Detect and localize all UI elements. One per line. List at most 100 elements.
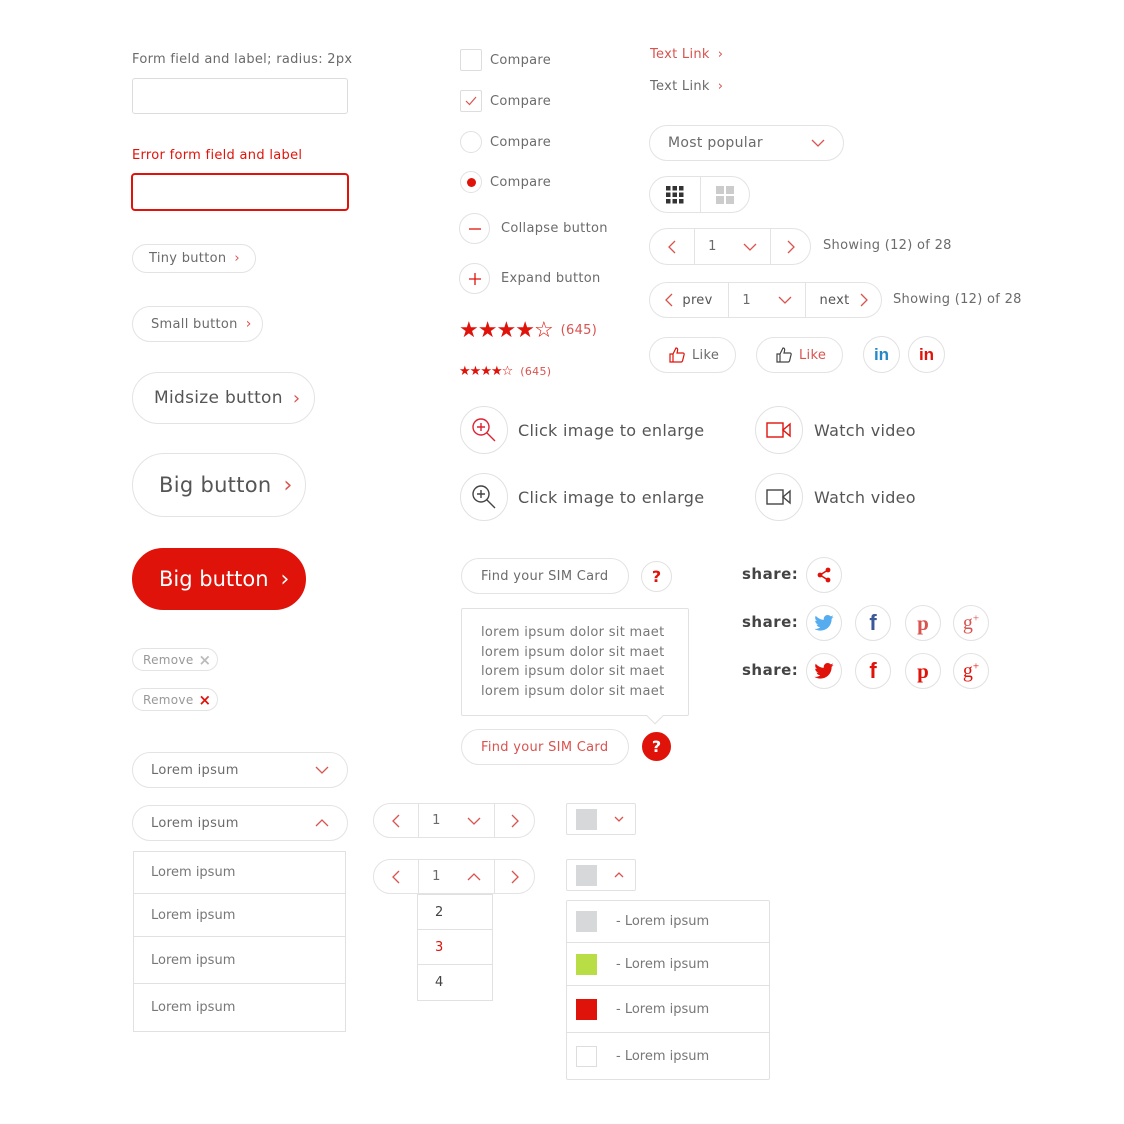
- page-option[interactable]: 2: [418, 895, 492, 930]
- like-button[interactable]: Like: [649, 337, 736, 373]
- remove-tag[interactable]: Remove ×: [132, 648, 218, 671]
- chevron-right-icon: [860, 293, 868, 307]
- grid-large-icon: [715, 185, 734, 204]
- video-button[interactable]: [755, 406, 803, 454]
- error-field-input[interactable]: [131, 173, 349, 211]
- linkedin-button-red[interactable]: in: [908, 336, 945, 373]
- expand-control[interactable]: Expand button: [459, 263, 601, 294]
- rating-count[interactable]: (645): [520, 365, 551, 378]
- pinterest-button-red[interactable]: p: [905, 653, 941, 689]
- pinterest-button[interactable]: p: [905, 605, 941, 641]
- enlarge-button[interactable]: [460, 473, 508, 521]
- facebook-button[interactable]: f: [855, 605, 891, 641]
- page-option-active[interactable]: 3: [418, 930, 492, 965]
- select-open[interactable]: Lorem ipsum: [132, 805, 348, 841]
- checkbox-checked[interactable]: [460, 90, 482, 112]
- big-primary-button[interactable]: Big button ›: [132, 548, 306, 610]
- google-plus-icon: g+: [962, 611, 980, 634]
- select-closed[interactable]: Lorem ipsum: [132, 752, 348, 788]
- close-icon[interactable]: ×: [199, 651, 212, 669]
- color-select[interactable]: [566, 803, 636, 835]
- color-select-open[interactable]: [566, 859, 636, 891]
- radio-checked[interactable]: [460, 171, 482, 193]
- compare-radio[interactable]: Compare: [460, 131, 551, 153]
- google-plus-button-red[interactable]: g+: [953, 653, 989, 689]
- next-page-button[interactable]: [494, 860, 534, 893]
- enlarge-button[interactable]: [460, 406, 508, 454]
- next-page-button[interactable]: [770, 229, 810, 264]
- twitter-button[interactable]: [806, 605, 842, 641]
- form-field-label: Form field and label; radius: 2px: [132, 52, 353, 67]
- find-sim-button-active[interactable]: Find your SIM Card: [461, 729, 629, 765]
- share-button[interactable]: [806, 557, 842, 593]
- rating-count[interactable]: (645): [561, 323, 597, 338]
- twitter-button-red[interactable]: [806, 653, 842, 689]
- remove-tag-active[interactable]: Remove ×: [132, 688, 218, 711]
- form-field-input[interactable]: [132, 78, 348, 114]
- enlarge-image-control[interactable]: Click image to enlarge: [460, 406, 704, 454]
- select-option[interactable]: Lorem ipsum: [134, 852, 345, 894]
- grid-small-view-button[interactable]: [650, 177, 700, 212]
- grid-large-view-button[interactable]: [699, 177, 750, 212]
- color-option[interactable]: - Lorem ipsum: [567, 901, 769, 943]
- next-page-button[interactable]: [494, 804, 534, 837]
- find-sim-button[interactable]: Find your SIM Card: [461, 558, 629, 594]
- small-button[interactable]: Small button ›: [132, 306, 263, 342]
- color-option[interactable]: - Lorem ipsum: [567, 986, 769, 1033]
- help-button-active[interactable]: ?: [642, 732, 671, 761]
- text-link-red[interactable]: Text Link ›: [650, 47, 723, 62]
- video-button[interactable]: [755, 473, 803, 521]
- select-option[interactable]: Lorem ipsum: [134, 937, 345, 984]
- color-option[interactable]: - Lorem ipsum: [567, 1033, 769, 1079]
- facebook-button-red[interactable]: f: [855, 653, 891, 689]
- like-button-alt[interactable]: Like: [756, 337, 843, 373]
- help-button[interactable]: ?: [641, 561, 672, 592]
- compare-checkbox-checked[interactable]: Compare: [460, 90, 551, 112]
- star-filled-icon: ★: [490, 364, 503, 379]
- prev-page-button[interactable]: [374, 804, 418, 837]
- checkbox-unchecked[interactable]: [460, 49, 482, 71]
- thumbs-up-icon: [669, 347, 685, 363]
- page-select[interactable]: 1: [728, 283, 805, 317]
- page-number: 1: [432, 869, 441, 884]
- enlarge-image-control-alt[interactable]: Click image to enlarge: [460, 473, 704, 521]
- chevron-right-icon: [511, 814, 519, 827]
- watch-video-control[interactable]: Watch video: [755, 406, 916, 454]
- select-option[interactable]: Lorem ipsum: [134, 894, 345, 937]
- midsize-button[interactable]: Midsize button ›: [132, 372, 315, 424]
- page-option[interactable]: 4: [418, 965, 492, 1000]
- text-link-grey[interactable]: Text Link ›: [650, 79, 723, 94]
- big-button[interactable]: Big button ›: [132, 453, 306, 517]
- linkedin-icon: in: [918, 344, 935, 364]
- sort-select[interactable]: Most popular: [649, 125, 844, 161]
- chevron-down-icon: [614, 816, 624, 822]
- radio-unchecked[interactable]: [460, 131, 482, 153]
- star-filled-icon: ★: [459, 364, 471, 379]
- prev-button[interactable]: prev: [650, 283, 728, 317]
- mini-pagination: 1: [373, 803, 535, 838]
- expand-button[interactable]: [459, 263, 490, 294]
- next-button[interactable]: next: [805, 283, 881, 317]
- prev-page-button[interactable]: [374, 860, 418, 893]
- compare-radio-checked[interactable]: Compare: [460, 171, 551, 193]
- select-option[interactable]: Lorem ipsum: [134, 984, 345, 1031]
- facebook-icon: f: [869, 610, 877, 635]
- page-select[interactable]: 1: [694, 229, 770, 264]
- collapse-control[interactable]: Collapse button: [459, 213, 608, 244]
- prev-page-button[interactable]: [650, 229, 694, 264]
- tiny-button[interactable]: Tiny button ›: [132, 244, 256, 273]
- chevron-right-icon: ›: [717, 79, 723, 94]
- page-select[interactable]: 1: [418, 860, 494, 893]
- compare-checkbox[interactable]: Compare: [460, 49, 551, 71]
- color-option[interactable]: - Lorem ipsum: [567, 943, 769, 986]
- share-label: share:: [742, 565, 799, 583]
- google-plus-button[interactable]: g+: [953, 605, 989, 641]
- watch-video-control-alt[interactable]: Watch video: [755, 473, 916, 521]
- sort-value: Most popular: [668, 135, 763, 151]
- close-icon[interactable]: ×: [199, 691, 212, 709]
- linkedin-button[interactable]: in: [863, 336, 900, 373]
- page-select[interactable]: 1: [418, 804, 494, 837]
- big-primary-button-label: Big button: [159, 567, 269, 591]
- question-icon: ?: [651, 737, 662, 756]
- collapse-button[interactable]: [459, 213, 490, 244]
